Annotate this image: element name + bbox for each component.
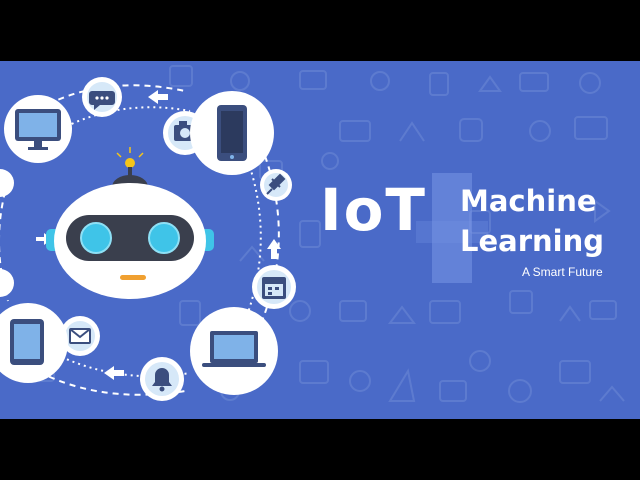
- arrow-left-icon: [148, 90, 168, 104]
- tablet-icon: [0, 303, 68, 383]
- laptop-icon: [190, 307, 278, 395]
- robot-icon: [46, 147, 214, 299]
- calendar-icon: [252, 265, 296, 309]
- arrow-up-icon: [267, 239, 281, 259]
- bell-icon: [140, 357, 184, 401]
- iot-title: IoT: [320, 176, 427, 244]
- chat-icon: [82, 77, 122, 117]
- hero-banner: IoT Machine Learning A Smart Future: [0, 61, 640, 419]
- pin-icon: [260, 169, 292, 201]
- device-bubble-partial: [0, 169, 14, 197]
- title-block: IoT Machine Learning A Smart Future: [320, 173, 630, 351]
- machine-title: Machine: [460, 184, 597, 218]
- robot-eye-right: [148, 222, 180, 254]
- robot-mouth: [120, 275, 146, 280]
- smartphone-icon: [190, 91, 274, 175]
- iot-device-ring: [0, 77, 296, 401]
- learning-title: Learning: [460, 224, 605, 258]
- robot-eye-left: [80, 222, 112, 254]
- device-bubble-partial: [0, 269, 14, 297]
- tagline: A Smart Future: [522, 265, 603, 279]
- arrow-right-icon: [104, 366, 124, 380]
- monitor-icon: [4, 95, 72, 163]
- antenna-light-icon: [125, 158, 135, 168]
